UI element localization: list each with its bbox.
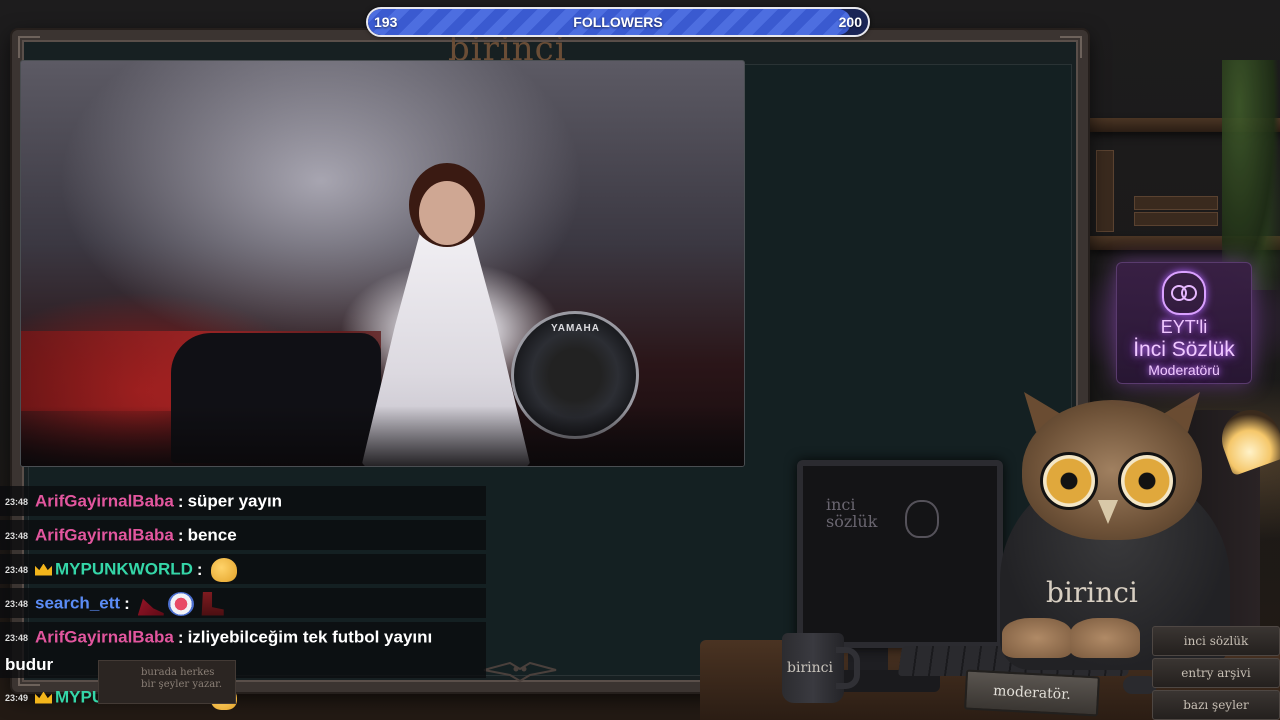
crown-badge-icon (35, 691, 52, 704)
nameplate: moderatör. (964, 669, 1100, 717)
neon-line-2: İnci Sözlük (1133, 338, 1235, 361)
owl-claw (1002, 618, 1072, 658)
chat-message: 23:49MYPUNKWORLD: (0, 682, 486, 712)
chat-separator: : (177, 491, 184, 511)
book (1134, 212, 1218, 226)
owl-icon (905, 500, 939, 538)
emote-mouth-icon (167, 591, 194, 616)
neon-line-3: Moderatörü (1148, 362, 1220, 378)
chat-text: süper yayın (187, 491, 283, 511)
chat-text: izliyebilceğim tek futbol yayını (187, 627, 433, 647)
plant (1222, 60, 1280, 290)
mug-label: birinci (787, 660, 833, 676)
stream-video[interactable]: YAMAHA (20, 60, 745, 467)
chat-username[interactable]: ArifGayirnalBaba (35, 628, 174, 647)
chat-username[interactable]: ArifGayirnalBaba (35, 492, 174, 511)
chat-timestamp: 23:48 (5, 632, 29, 643)
monitor (797, 460, 1003, 648)
chat-timestamp: 23:48 (5, 564, 29, 575)
book-title: bazı şeyler (1152, 690, 1280, 720)
followers-goal: 200 (838, 14, 862, 30)
chat-separator: : (196, 559, 203, 579)
drum-brand: YAMAHA (551, 323, 600, 334)
owl-neon-icon (1162, 271, 1206, 315)
chat-separator: : (177, 525, 184, 545)
chat-text-continuation: budur (5, 654, 54, 674)
neon-sign: EYT'li İnci Sözlük Moderatörü (1116, 262, 1252, 384)
book-title: entry arşivi (1152, 658, 1280, 688)
followers-label: FOLLOWERS (573, 14, 663, 30)
owl-claw (1070, 618, 1140, 658)
frame-corner (1060, 36, 1082, 58)
book (1096, 150, 1114, 232)
chat-separator: : (177, 627, 184, 647)
chat-username[interactable]: search_ett (35, 594, 120, 613)
note-card-line: bir şeyler yazar. (141, 679, 223, 690)
chat-username[interactable]: MYPUNKWORLD (55, 560, 193, 579)
chat-timestamp: 23:49 (5, 692, 29, 703)
note-card-line: burada herkes (141, 667, 215, 678)
owl-eye (1040, 452, 1098, 510)
note-card: burada herkes bir şeyler yazar. (98, 660, 236, 704)
crown-badge-icon (35, 563, 52, 576)
chat-message: 23:48 ArifGayirnalBaba: izliyebilceğim tek… (0, 622, 486, 678)
chat-message: 23:48 search_ett: (0, 588, 486, 618)
stage-floor (21, 406, 744, 466)
chat-message: 23:48 MYPUNKWORLD: (0, 554, 486, 584)
chat-message: 23:48 ArifGayirnalBaba: süper yayın (0, 486, 486, 516)
monitor-label: inci sözlük (826, 496, 906, 530)
neon-line-1: EYT'li (1160, 317, 1208, 337)
chat-username[interactable]: ArifGayirnalBaba (35, 526, 174, 545)
chat-text: bence (187, 525, 237, 545)
owl-shirt-text: birinci (1046, 576, 1138, 609)
chat-timestamp: 23:48 (5, 530, 29, 541)
frame-corner (18, 36, 40, 58)
followers-goal-bar: 193 FOLLOWERS 200 (366, 7, 870, 37)
emote-heel-icon (137, 598, 164, 616)
emote-boot-icon (201, 591, 224, 616)
book-stack: inci sözlük entry arşivi bazı şeyler (1152, 626, 1280, 720)
chat-separator: : (124, 593, 130, 613)
chat-message: 23:48 ArifGayirnalBaba: bence (0, 520, 486, 550)
chat-timestamp: 23:48 (5, 496, 29, 507)
emote-blob-icon (210, 557, 237, 582)
chat-panel: 23:48 ArifGayirnalBaba: süper yayın 23:48 Ar… (0, 486, 486, 720)
monitor-label-line: inci (826, 495, 856, 514)
singer-head (419, 181, 475, 245)
owl-eye (1118, 452, 1176, 510)
book-title: inci sözlük (1152, 626, 1280, 656)
chat-timestamp: 23:48 (5, 598, 29, 609)
monitor-label-line: sözlük (826, 512, 878, 531)
book (1134, 196, 1218, 210)
owl-crest-icon (480, 655, 560, 685)
